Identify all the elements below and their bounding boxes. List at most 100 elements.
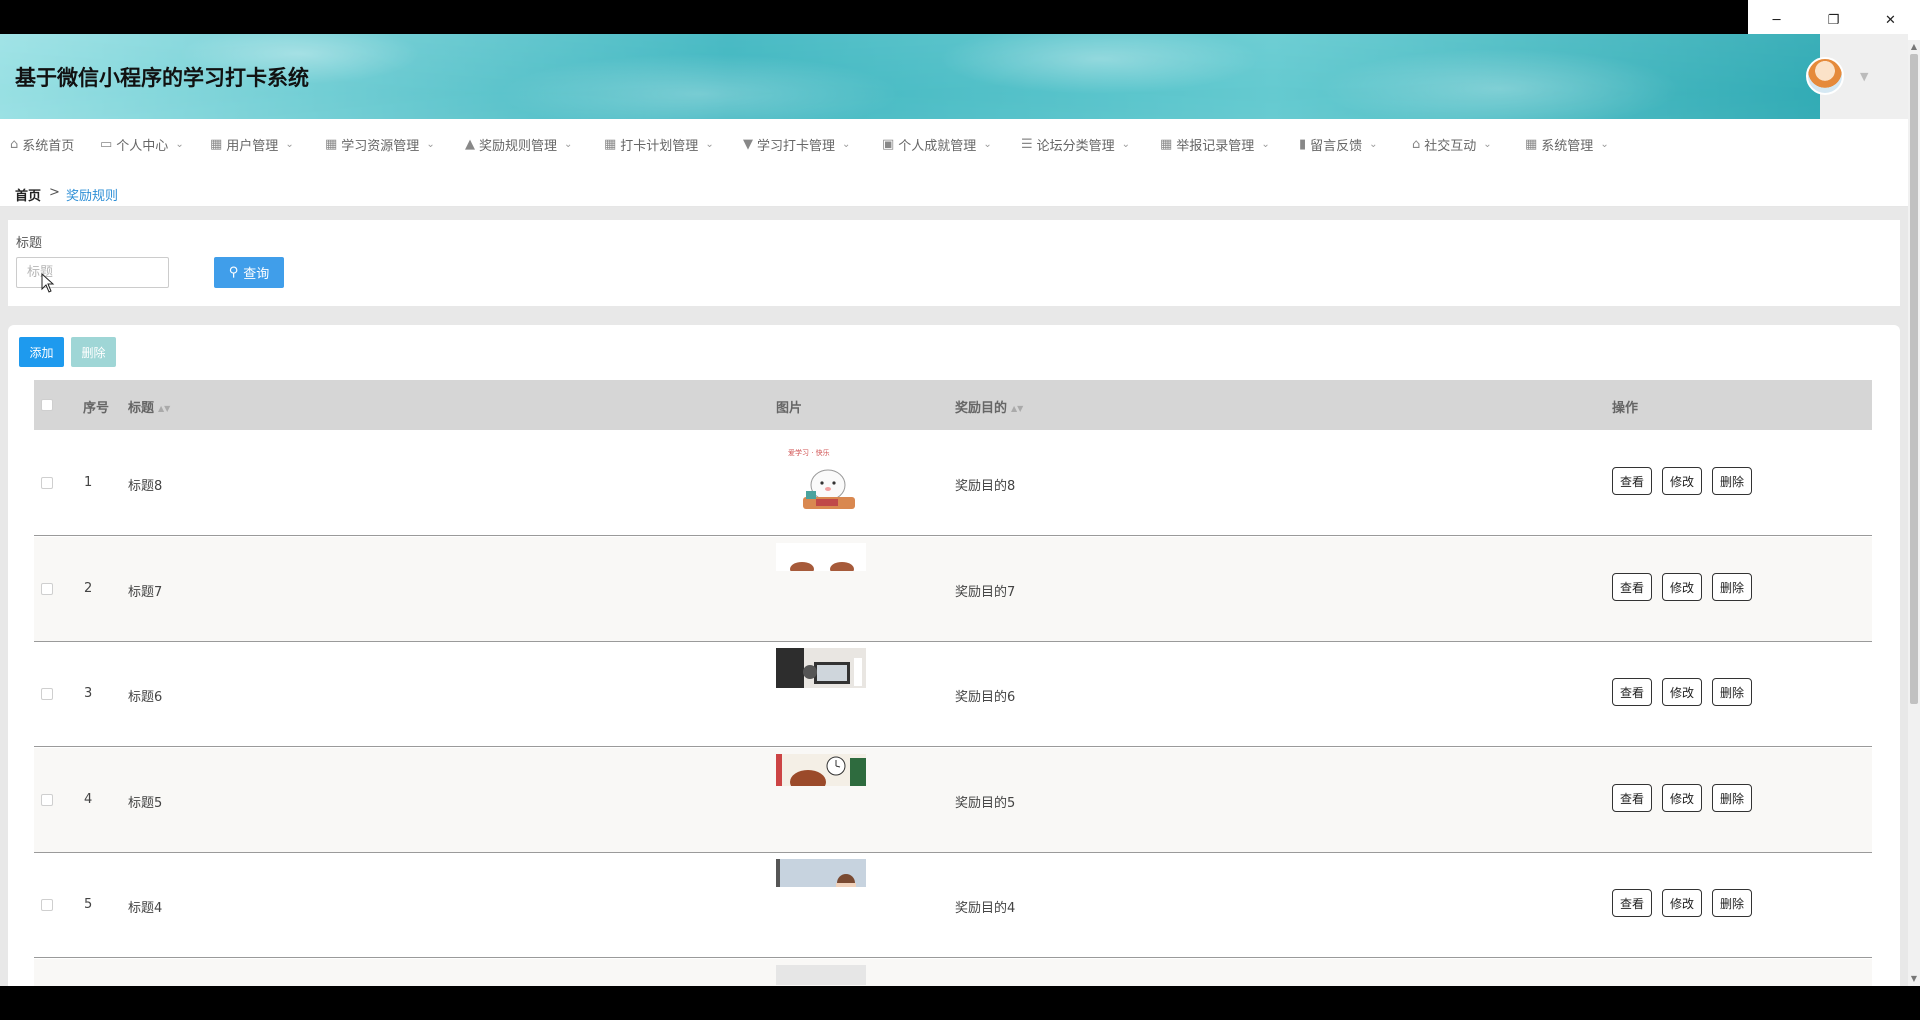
- row-checkbox[interactable]: [41, 477, 53, 489]
- nav-item-forum-categories[interactable]: ☰ 论坛分类管理 ⌄: [1021, 135, 1130, 154]
- row-image: 爱学习 · 快乐: [776, 445, 866, 517]
- breadcrumb-home[interactable]: 首页: [15, 185, 41, 204]
- nav-item-checkin-plans[interactable]: ▦ 打卡计划管理 ⌄: [604, 135, 714, 154]
- row-title: 标题7: [128, 585, 163, 600]
- nav-item-label: 学习打卡管理: [757, 139, 836, 154]
- nav-item-label: 系统管理: [1541, 139, 1594, 154]
- row-purpose: 奖励目的6: [955, 690, 1016, 705]
- search-label: 标题: [16, 236, 43, 251]
- edit-button[interactable]: 修改: [1662, 784, 1703, 812]
- view-button[interactable]: 查看: [1612, 573, 1653, 601]
- chevron-down-icon: ⌄: [285, 139, 294, 150]
- thumb-up-icon: ▲: [465, 137, 475, 152]
- card-icon: ▭: [100, 137, 113, 152]
- delete-button[interactable]: 删除: [1712, 678, 1753, 706]
- breadcrumb-current: 奖励规则: [66, 189, 119, 204]
- nav-item-home[interactable]: ⌂ 系统首页: [10, 135, 74, 154]
- table-row: 2 标题7 奖励目的7 查看 修改 删除: [34, 537, 1872, 642]
- row-checkbox[interactable]: [41, 899, 53, 911]
- view-button[interactable]: 查看: [1612, 467, 1653, 495]
- chevron-down-icon: ⌄: [1600, 139, 1609, 150]
- svg-text:爱学习 · 快乐: 爱学习 · 快乐: [788, 448, 830, 457]
- search-button[interactable]: ⚲ 查询: [214, 257, 284, 288]
- select-all-checkbox[interactable]: [41, 399, 53, 411]
- row-index: 5: [84, 897, 93, 912]
- row-purpose: 奖励目的5: [955, 796, 1016, 811]
- nav-item-reward-rules[interactable]: ▲ 奖励规则管理 ⌄: [465, 135, 572, 154]
- scroll-down-icon[interactable]: ▼: [1910, 974, 1918, 984]
- delete-button[interactable]: 删除: [1712, 573, 1753, 601]
- row-title: 标题6: [128, 690, 163, 705]
- nav-item-label: 留言反馈: [1310, 139, 1363, 154]
- nav-item-feedback[interactable]: ▮ 留言反馈 ⌄: [1299, 135, 1378, 154]
- nav-item-profile[interactable]: ▭ 个人中心 ⌄: [100, 135, 184, 154]
- table-header: 序号 标题 ▲▼ 图片 奖励目的 ▲▼ 操作: [34, 380, 1872, 430]
- sort-icon[interactable]: ▲▼: [158, 404, 170, 413]
- edit-button[interactable]: 修改: [1662, 889, 1703, 917]
- row-index: 2: [84, 581, 93, 596]
- app-header: 基于微信小程序的学习打卡系统 ▼: [0, 34, 1908, 119]
- top-nav: ⌂ 系统首页 ▭ 个人中心 ⌄ ▦ 用户管理 ⌄ ▦ 学习资源管理 ⌄ ▲ 奖励…: [0, 119, 1908, 167]
- row-image: [776, 543, 866, 571]
- edit-button[interactable]: 修改: [1662, 678, 1703, 706]
- nav-item-resources[interactable]: ▦ 学习资源管理 ⌄: [325, 135, 435, 154]
- nav-item-achievements[interactable]: ▣ 个人成就管理 ⌄: [882, 135, 992, 154]
- grid-icon: ▦: [1160, 137, 1173, 152]
- window-titlebar: [0, 0, 1920, 34]
- bank-icon: ⌂: [1412, 137, 1421, 152]
- edit-button[interactable]: 修改: [1662, 467, 1703, 495]
- row-checkbox[interactable]: [41, 688, 53, 700]
- row-checkbox[interactable]: [41, 794, 53, 806]
- nav-item-study-checkin[interactable]: ▼ 学习打卡管理 ⌄: [743, 135, 850, 154]
- app-title: 基于微信小程序的学习打卡系统: [15, 66, 309, 90]
- add-button[interactable]: 添加: [19, 337, 64, 367]
- bulk-delete-button[interactable]: 删除: [71, 337, 116, 367]
- brush-icon: ▼: [743, 137, 753, 152]
- nav-item-label: 打卡计划管理: [620, 139, 699, 154]
- nav-item-social[interactable]: ⌂ 社交互动 ⌄: [1412, 135, 1492, 154]
- header-title-label: 标题: [128, 401, 155, 416]
- chevron-down-icon: ⌄: [1483, 139, 1492, 150]
- edit-button[interactable]: 修改: [1662, 573, 1703, 601]
- view-button[interactable]: 查看: [1612, 678, 1653, 706]
- chevron-down-icon[interactable]: ▼: [1860, 70, 1868, 83]
- delete-button[interactable]: 删除: [1712, 889, 1753, 917]
- row-image: [776, 754, 866, 786]
- search-input[interactable]: [16, 257, 169, 288]
- header-purpose[interactable]: 奖励目的 ▲▼: [955, 397, 1023, 416]
- row-image: [776, 648, 866, 688]
- header-title[interactable]: 标题 ▲▼: [128, 397, 170, 416]
- sort-icon[interactable]: ▲▼: [1011, 404, 1023, 413]
- clipboard-icon: ▣: [882, 137, 895, 152]
- delete-button[interactable]: 删除: [1712, 467, 1753, 495]
- avatar[interactable]: [1806, 57, 1844, 95]
- header-index: 序号: [83, 401, 110, 416]
- scroll-up-icon[interactable]: ▲: [1910, 42, 1918, 52]
- view-button[interactable]: 查看: [1612, 889, 1653, 917]
- nav-item-label: 举报记录管理: [1176, 139, 1255, 154]
- nav-item-label: 学习资源管理: [341, 139, 420, 154]
- nav-item-reports[interactable]: ▦ 举报记录管理 ⌄: [1160, 135, 1270, 154]
- scrollbar-thumb[interactable]: [1910, 54, 1918, 704]
- breadcrumb-separator: >: [49, 185, 60, 200]
- row-checkbox[interactable]: [41, 583, 53, 595]
- vertical-scrollbar[interactable]: ▲ ▼: [1908, 40, 1920, 986]
- search-icon: ⚲: [228, 265, 239, 280]
- nav-item-users[interactable]: ▦ 用户管理 ⌄: [210, 135, 294, 154]
- home-icon: ⌂: [10, 137, 19, 152]
- chevron-down-icon: ⌄: [842, 139, 851, 150]
- row-index: 4: [84, 792, 93, 807]
- table-row: [34, 959, 1872, 986]
- table-panel: 添加 删除 序号 标题 ▲▼ 图片 奖励目的 ▲▼ 操作 1 标题8 爱学习 · 快…: [8, 325, 1900, 986]
- nav-item-system[interactable]: ▦ 系统管理 ⌄: [1525, 135, 1609, 154]
- view-button[interactable]: 查看: [1612, 784, 1653, 812]
- table-row: 1 标题8 爱学习 · 快乐 奖励目的8 查看 修改 删除: [34, 431, 1872, 536]
- row-title: 标题5: [128, 796, 163, 811]
- table-row: 3 标题6 奖励目的6 查看 修改 删除: [34, 642, 1872, 747]
- delete-button[interactable]: 删除: [1712, 784, 1753, 812]
- bar-chart-icon: ▮: [1299, 137, 1307, 152]
- grid-icon: ▦: [325, 137, 338, 152]
- header-actions: 操作: [1612, 401, 1639, 416]
- list-icon: ☰: [1021, 137, 1033, 152]
- row-index: 3: [84, 686, 93, 701]
